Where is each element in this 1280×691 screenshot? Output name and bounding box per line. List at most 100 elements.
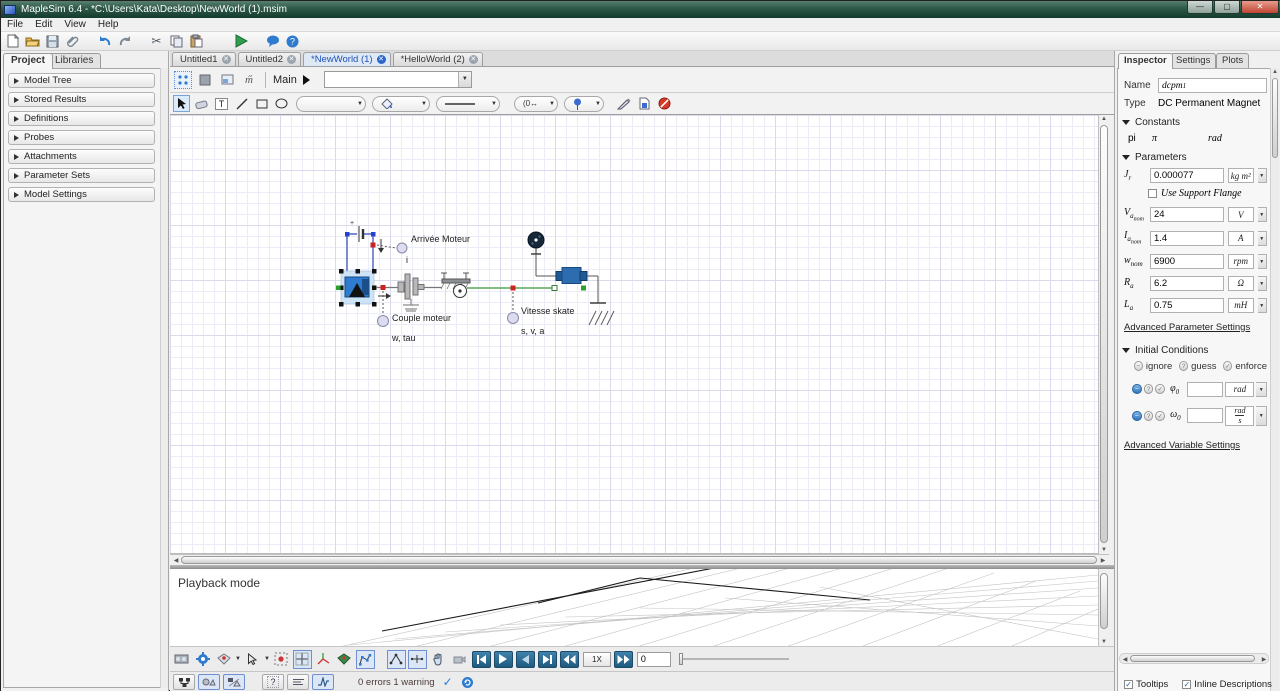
inspector-vertical-scrollbar[interactable]: ▲: [1270, 68, 1279, 691]
probe-pane-button[interactable]: [312, 674, 334, 690]
dimension-icon[interactable]: [407, 649, 427, 669]
maximize-button[interactable]: ▢: [1214, 1, 1240, 14]
rewind-button[interactable]: [559, 650, 579, 668]
text-tool-icon[interactable]: T: [213, 95, 230, 112]
use-support-flange-checkbox[interactable]: [1148, 189, 1157, 198]
name-field[interactable]: dcpm 1: [1158, 78, 1267, 93]
section-definitions[interactable]: Definitions: [8, 111, 155, 126]
focus-object-icon[interactable]: [272, 650, 291, 669]
chevron-down-icon[interactable]: ▼: [1256, 405, 1267, 426]
line-color-picker[interactable]: ▼: [296, 95, 366, 112]
breadcrumb-main[interactable]: Main: [273, 74, 297, 86]
select-tool-icon[interactable]: [173, 95, 190, 112]
phi0-ignore-button[interactable]: −: [1132, 384, 1142, 395]
param-La-input[interactable]: [1149, 297, 1224, 313]
scroll-up-icon[interactable]: ▲: [1270, 69, 1280, 75]
axes-tripod-icon[interactable]: [314, 650, 333, 669]
3d-playback-view[interactable]: Playback mode: [170, 569, 1098, 646]
skip-start-button[interactable]: [471, 650, 491, 668]
param-wnom-input[interactable]: [1149, 253, 1224, 269]
line-style-picker[interactable]: ▼: [436, 95, 500, 112]
3d-view-scrollbar[interactable]: ▼: [1098, 569, 1109, 646]
section-model-tree[interactable]: Model Tree: [8, 73, 155, 88]
scroll-right-icon[interactable]: ▶: [1259, 656, 1269, 663]
port-style-picker[interactable]: (0↔ ▼: [514, 95, 558, 112]
fast-forward-button[interactable]: [613, 650, 633, 668]
line-tool-icon[interactable]: [233, 95, 250, 112]
chevron-down-icon[interactable]: ▼: [1257, 253, 1267, 269]
inline-descriptions-toggle[interactable]: ✓ Inline Descriptions: [1182, 679, 1272, 690]
advanced-parameter-settings-link[interactable]: Advanced Parameter Settings: [1124, 322, 1267, 333]
play-button[interactable]: [493, 650, 513, 668]
phi0-enforce-button[interactable]: ✓: [1155, 384, 1166, 395]
component-view-icon[interactable]: [196, 71, 214, 89]
attachment-icon[interactable]: [64, 34, 81, 49]
chevron-down-icon[interactable]: ▼: [235, 656, 241, 662]
project-panel-scrollbar[interactable]: [160, 68, 168, 688]
advanced-variable-settings-link[interactable]: Advanced Variable Settings: [1124, 440, 1267, 451]
minimize-button[interactable]: —: [1187, 1, 1213, 14]
time-input[interactable]: [636, 651, 671, 667]
subsystem-combobox[interactable]: ▼: [323, 71, 472, 88]
param-Vanom-input[interactable]: [1149, 207, 1224, 223]
scroll-down-icon[interactable]: ▼: [1099, 547, 1109, 553]
param-Ianom-input[interactable]: [1149, 230, 1224, 246]
inspector-horizontal-scrollbar[interactable]: ◀ ▶: [1119, 653, 1269, 664]
close-tab-icon[interactable]: ✕: [468, 55, 478, 64]
scroll-up-icon[interactable]: ▲: [1099, 116, 1109, 122]
parameters-header[interactable]: Parameters: [1122, 152, 1269, 163]
help-pane-button[interactable]: ?: [262, 674, 284, 690]
close-tab-icon[interactable]: ✕: [221, 55, 231, 64]
combined-view-button[interactable]: [223, 674, 245, 690]
chevron-down-icon[interactable]: ▼: [1257, 230, 1267, 246]
3d-view-button[interactable]: [198, 674, 220, 690]
constants-header[interactable]: Constants: [1122, 117, 1269, 128]
phi0-guess-button[interactable]: ?: [1143, 384, 1154, 395]
save-icon[interactable]: [44, 34, 61, 49]
probe-manager-icon[interactable]: m̋: [240, 71, 258, 89]
scroll-right-icon[interactable]: ▶: [1098, 557, 1108, 564]
timeline-slider[interactable]: [678, 653, 789, 665]
chevron-down-icon[interactable]: ▼: [1257, 207, 1267, 223]
run-simulation-icon[interactable]: [232, 34, 249, 49]
omega0-input[interactable]: [1187, 408, 1224, 424]
diagram-view-button[interactable]: [173, 674, 195, 690]
redo-icon[interactable]: [116, 34, 133, 49]
skip-end-button[interactable]: [537, 650, 557, 668]
speed-indicator[interactable]: 1X: [582, 651, 611, 667]
signature-tool-icon[interactable]: [616, 95, 633, 112]
menu-file[interactable]: File: [1, 19, 29, 30]
eraser-tool-icon[interactable]: [193, 95, 210, 112]
param-Ra-input[interactable]: [1149, 275, 1224, 291]
doc-tab-untitled1[interactable]: Untitled1 ✕: [172, 52, 236, 66]
canvas-vertical-scrollbar[interactable]: ▲ ▼: [1098, 115, 1109, 554]
step-back-button[interactable]: [515, 650, 535, 668]
chevron-down-icon[interactable]: ▼: [1256, 381, 1267, 397]
chevron-down-icon[interactable]: ▼: [264, 656, 270, 662]
chevron-down-icon[interactable]: ▼: [1257, 168, 1267, 183]
browse-mode-icon[interactable]: [174, 70, 192, 89]
section-probes[interactable]: Probes: [8, 130, 155, 145]
open-file-icon[interactable]: [24, 34, 41, 49]
omega0-guess-button[interactable]: ?: [1143, 410, 1154, 421]
undo-icon[interactable]: [96, 34, 113, 49]
param-Jr-input[interactable]: [1149, 168, 1224, 183]
scroll-left-icon[interactable]: ◀: [171, 557, 181, 564]
tab-inspector[interactable]: Inspector: [1118, 53, 1173, 69]
menu-view[interactable]: View: [58, 19, 92, 30]
omega0-enforce-button[interactable]: ✓: [1155, 410, 1166, 421]
omega0-ignore-button[interactable]: −: [1132, 410, 1142, 421]
camera-view-icon[interactable]: [214, 650, 233, 669]
grid-toggle-icon[interactable]: [292, 649, 312, 669]
document-properties-icon[interactable]: [636, 95, 653, 112]
tab-settings[interactable]: Settings: [1170, 53, 1217, 68]
movie-export-icon[interactable]: [172, 650, 191, 669]
scroll-left-icon[interactable]: ◀: [1120, 656, 1130, 663]
show-geometry-icon[interactable]: [335, 650, 354, 669]
doc-tab-helloworld[interactable]: *HelloWorld (2) ✕: [392, 52, 483, 66]
comment-icon[interactable]: [264, 34, 281, 49]
canvas-horizontal-scrollbar[interactable]: ◀ ▶: [170, 554, 1109, 565]
scroll-down-icon[interactable]: ▼: [1099, 639, 1109, 645]
disable-icon[interactable]: [656, 95, 673, 112]
trace-lines-icon[interactable]: [355, 649, 375, 669]
